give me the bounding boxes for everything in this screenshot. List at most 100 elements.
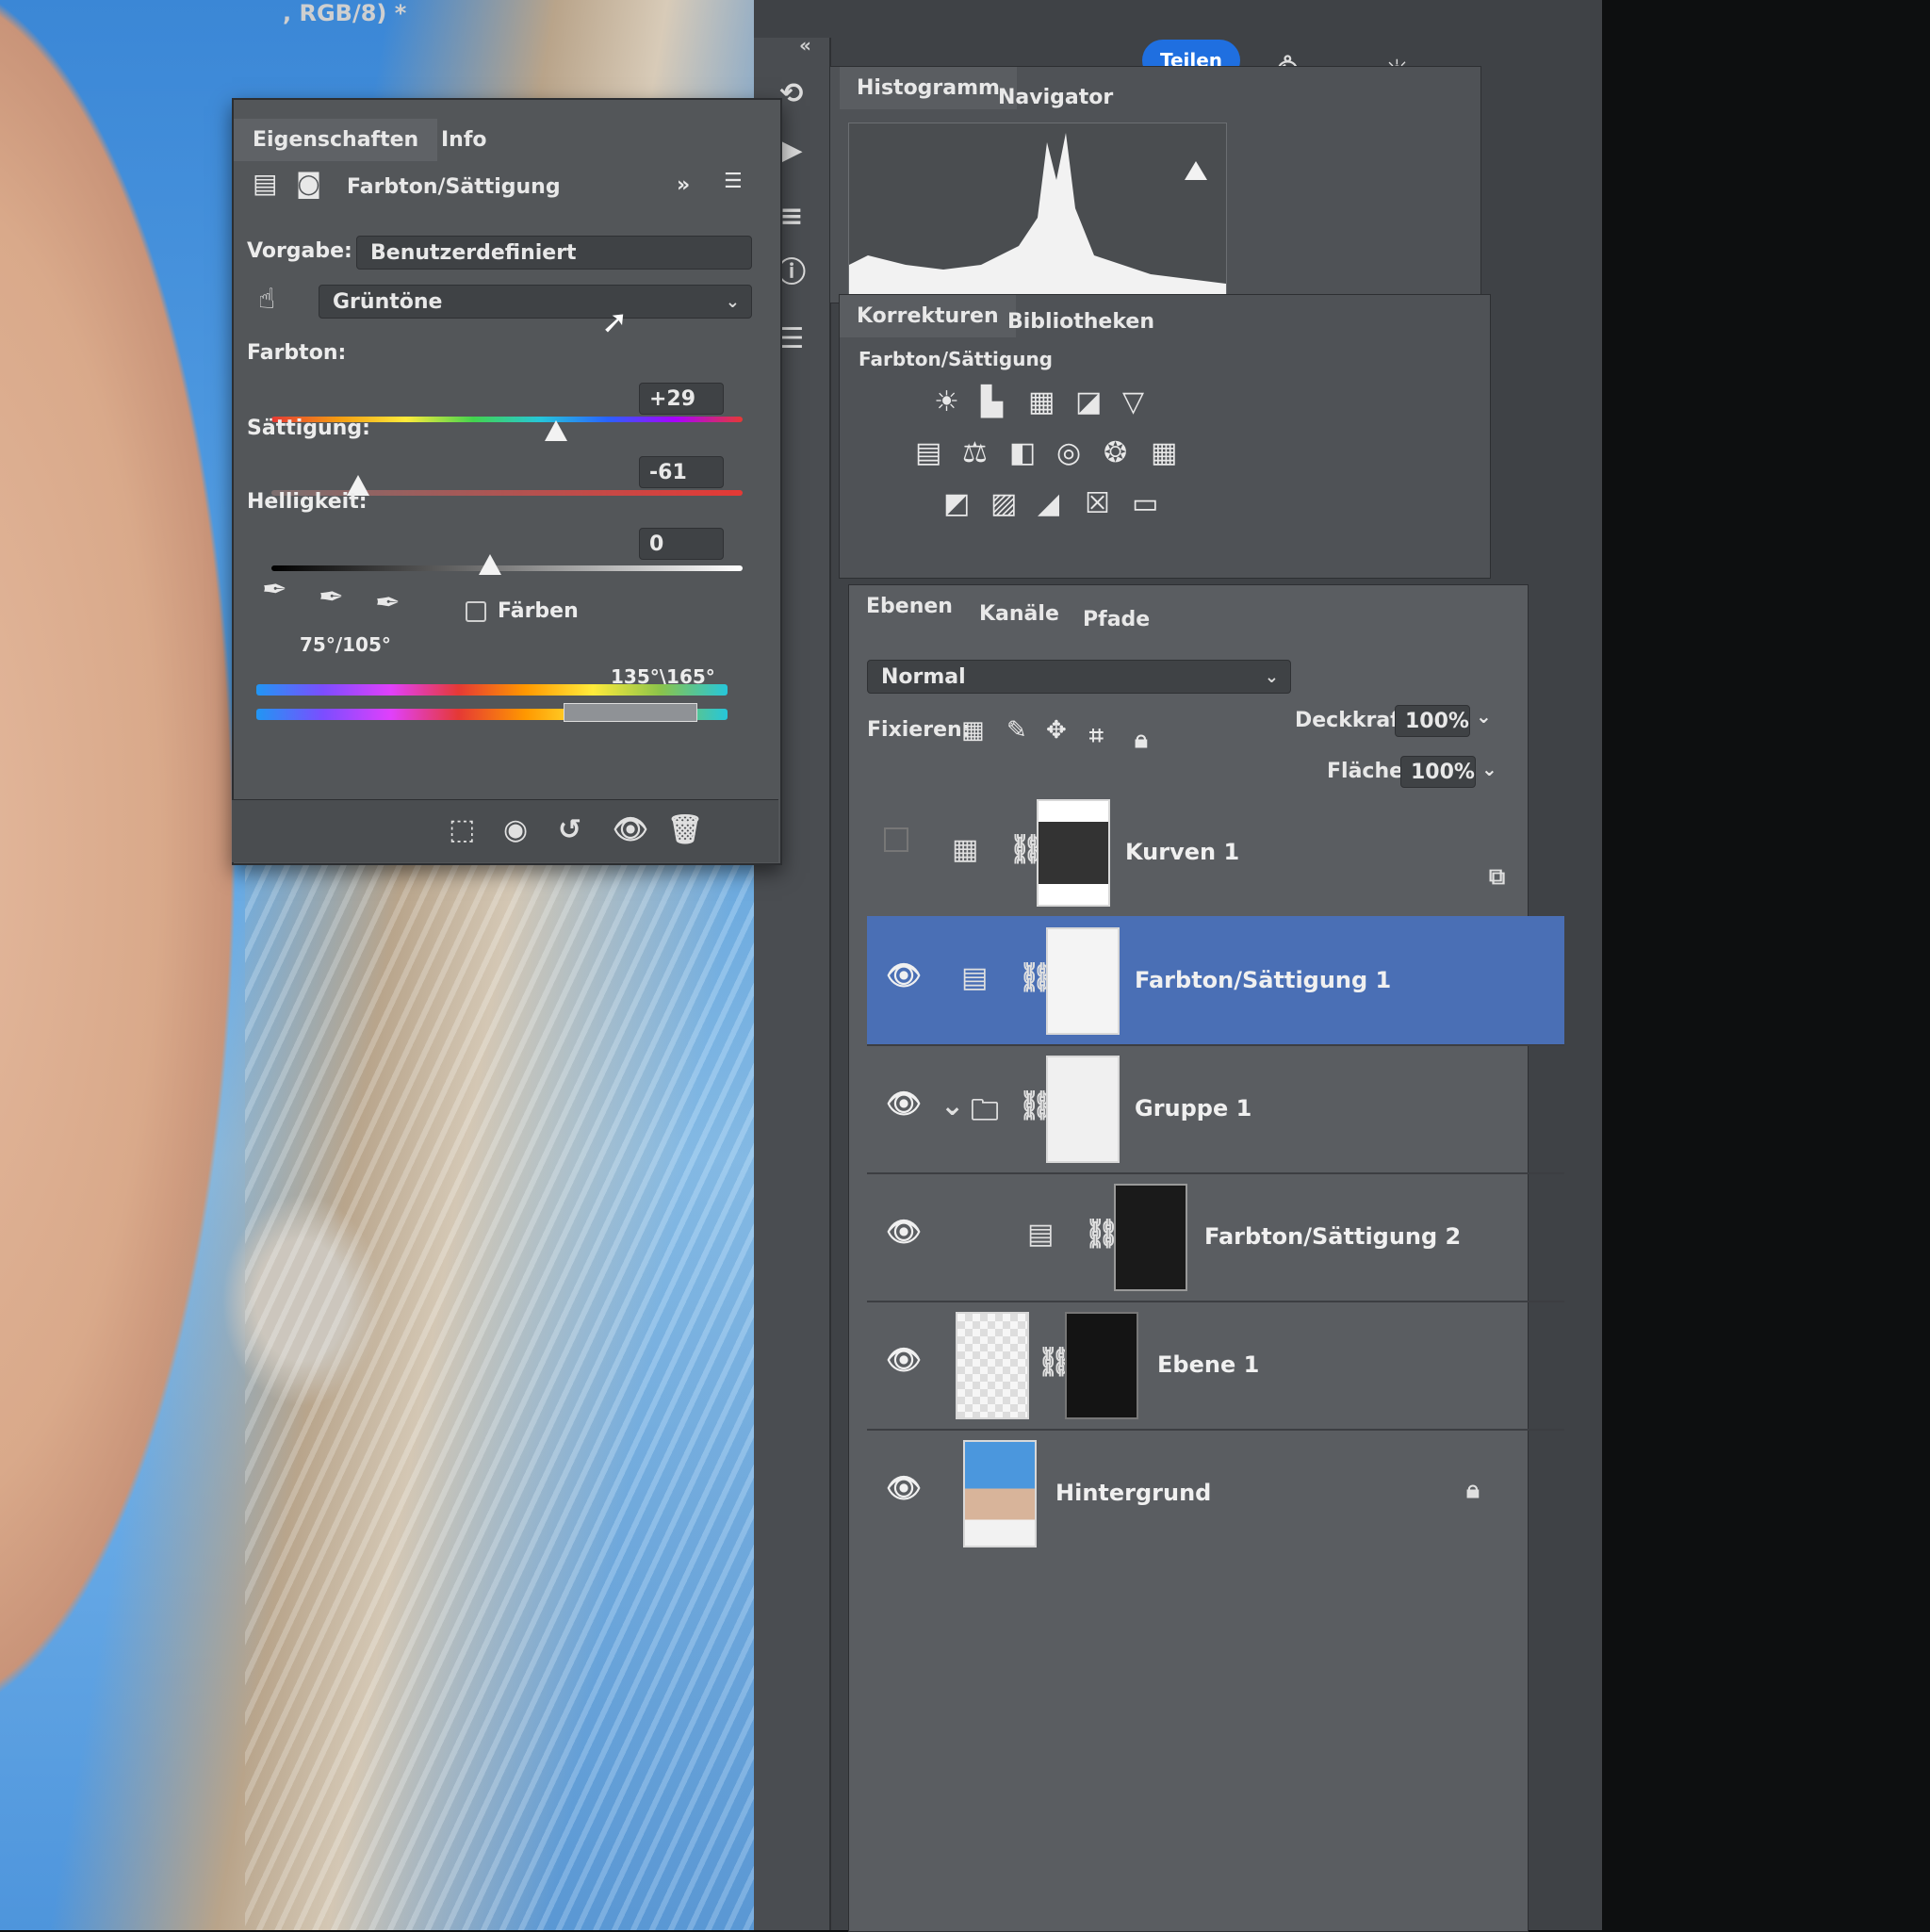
tab-corrections[interactable]: Korrekturen xyxy=(840,295,1016,337)
exposure-icon[interactable]: ◪ xyxy=(1075,385,1102,418)
black-white-icon[interactable]: ◧ xyxy=(1009,436,1036,469)
blend-mode-value: Normal xyxy=(881,665,966,689)
photo-filter-icon[interactable]: ◎ xyxy=(1056,436,1081,469)
lightness-value-field[interactable]: 0 xyxy=(639,528,724,560)
expand-chevron-icon[interactable]: ⌄ xyxy=(940,1089,964,1122)
tab-libraries[interactable]: Bibliotheken xyxy=(990,301,1171,343)
brightness-icon[interactable]: ☀ xyxy=(934,385,959,418)
mouse-cursor-icon: ➚ xyxy=(601,303,629,341)
layer-name[interactable]: Farbton/Sättigung 2 xyxy=(1204,1223,1461,1250)
posterize-icon[interactable]: ▨ xyxy=(990,487,1017,520)
visibility-eye-icon[interactable]: 👁︎ xyxy=(613,813,648,846)
hue-sat-icon[interactable]: ▤ xyxy=(915,436,941,469)
saturation-label: Sättigung: xyxy=(247,417,370,440)
fill-chevron-icon[interactable]: ⌄ xyxy=(1481,758,1497,780)
lightness-label: Helligkeit: xyxy=(247,490,368,514)
lock-artboard-icon[interactable]: ⌗ xyxy=(1089,722,1104,751)
hue-sat-layer-icon: ▤ xyxy=(961,961,989,994)
view-previous-icon[interactable]: ◉ xyxy=(503,813,528,846)
threshold-icon[interactable]: ◢ xyxy=(1038,487,1059,520)
properties-panel: Eigenschaften Info » ☰ ▤ ◙ Farbton/Sätti… xyxy=(232,98,782,865)
eye-icon[interactable]: 👁︎ xyxy=(886,1216,922,1249)
reset-icon[interactable]: ↺ xyxy=(558,813,581,846)
tab-navigator[interactable]: Navigator xyxy=(981,76,1130,119)
tab-info[interactable]: Info xyxy=(422,119,506,161)
hue-sat-adjustment-icon: ▤ xyxy=(253,168,278,199)
chevron-down-icon: ⌄ xyxy=(725,292,740,312)
layer-row[interactable]: 👁︎ ▤ ⛓ Farbton/Sättigung 2 xyxy=(867,1172,1564,1302)
layer-name[interactable]: Gruppe 1 xyxy=(1135,1095,1251,1122)
properties-footer: ⬚ ◉ ↺ 👁︎ 🗑︎ xyxy=(232,799,778,862)
layer-name[interactable]: Kurven 1 xyxy=(1125,839,1239,865)
trash-icon[interactable]: 🗑︎ xyxy=(667,813,703,846)
layer-row[interactable]: ▦ ⛓ Kurven 1 ⧉ xyxy=(867,788,1564,918)
eyedropper-icon[interactable]: ✒ xyxy=(262,571,287,607)
tab-channels[interactable]: Kanäle xyxy=(962,593,1076,635)
opacity-chevron-icon[interactable]: ⌄ xyxy=(1476,705,1492,728)
color-balance-icon[interactable]: ⚖ xyxy=(962,436,988,469)
layer-name[interactable]: Hintergrund xyxy=(1055,1480,1211,1506)
tab-layers[interactable]: Ebenen xyxy=(849,585,970,628)
document-title: , RGB/8) * xyxy=(283,0,407,26)
eye-icon[interactable]: 👁︎ xyxy=(886,1344,922,1377)
preset-select[interactable]: Benutzerdefiniert xyxy=(356,236,752,270)
saturation-value-field[interactable]: -61 xyxy=(639,456,724,488)
collapse-chevron-icon[interactable]: « xyxy=(799,34,811,57)
channel-mixer-icon[interactable]: ❂ xyxy=(1104,436,1127,469)
clip-to-layer-icon[interactable]: ⬚ xyxy=(449,813,475,846)
lock-all-icon[interactable]: 🔒︎ xyxy=(1135,726,1148,755)
invert-icon[interactable]: ◩ xyxy=(943,487,970,520)
levels-icon[interactable]: ▙ xyxy=(981,385,1003,418)
tab-properties[interactable]: Eigenschaften xyxy=(234,119,438,161)
eye-icon[interactable]: 👁︎ xyxy=(886,959,922,992)
panel-menu-icon[interactable]: ☰ xyxy=(724,170,743,193)
layer-thumbnail xyxy=(956,1312,1029,1419)
hair-texture xyxy=(245,829,773,1930)
lightness-slider-thumb[interactable] xyxy=(479,554,501,575)
eyedropper-minus-icon[interactable]: ✒ xyxy=(375,584,401,620)
properties-heading: Farbton/Sättigung xyxy=(347,175,561,199)
layer-mask-thumbnail xyxy=(1114,1184,1187,1291)
layer-name[interactable]: Ebene 1 xyxy=(1157,1351,1259,1378)
fill-label: Fläche: xyxy=(1327,760,1412,783)
colorize-checkbox[interactable] xyxy=(466,601,486,622)
layer-row[interactable]: 👁︎ Hintergrund 🔒︎ xyxy=(867,1429,1564,1557)
preset-value: Benutzerdefiniert xyxy=(370,241,577,265)
colorize-label: Färben xyxy=(498,599,579,623)
layer-name[interactable]: Farbton/Sättigung 1 xyxy=(1135,967,1391,993)
curves-icon[interactable]: ▦ xyxy=(1028,385,1055,418)
eyedropper-plus-icon[interactable]: ✒ xyxy=(319,579,344,614)
lightness-slider[interactable] xyxy=(271,565,743,571)
hue-value-field[interactable]: +29 xyxy=(639,383,724,415)
blend-mode-select[interactable]: Normal ⌄ xyxy=(867,660,1291,694)
fill-field[interactable]: 100% xyxy=(1400,756,1476,788)
color-lookup-icon[interactable]: ▦ xyxy=(1151,436,1177,469)
opacity-field[interactable]: 100% xyxy=(1395,705,1470,737)
targeted-adjust-hand-icon[interactable]: ☝ xyxy=(258,283,275,316)
mask-icon[interactable]: ◙ xyxy=(296,168,321,199)
curves-layer-icon: ▦ xyxy=(952,833,979,866)
eye-icon[interactable]: 👁︎ xyxy=(886,1088,922,1121)
visibility-off-box[interactable] xyxy=(884,827,908,852)
hue-label: Farbton: xyxy=(247,341,347,365)
channel-select[interactable]: Grüntöne ⌄ xyxy=(319,285,752,319)
hue-slider-thumb[interactable] xyxy=(545,420,567,441)
lock-move-icon[interactable]: ✥ xyxy=(1046,716,1067,745)
lock-transparency-icon[interactable]: ▦ xyxy=(961,716,985,745)
gradient-map-icon[interactable]: ▭ xyxy=(1132,487,1158,520)
color-range-selector[interactable] xyxy=(564,703,697,722)
lock-paint-icon[interactable]: ✎ xyxy=(1006,716,1027,745)
selective-color-icon[interactable]: ☒ xyxy=(1085,487,1110,520)
tab-paths[interactable]: Pfade xyxy=(1066,598,1167,641)
layer-mask-thumbnail xyxy=(1037,799,1110,907)
vibrance-icon[interactable]: ▽ xyxy=(1122,385,1144,418)
range-left-readout: 75°/105° xyxy=(300,633,391,656)
histogram-graph xyxy=(848,123,1227,313)
color-range-bar-top xyxy=(256,684,728,696)
layer-row-selected[interactable]: 👁︎ ▤ ⛓ Farbton/Sättigung 1 xyxy=(867,916,1564,1046)
expand-icon[interactable]: » xyxy=(677,173,690,197)
eye-icon[interactable]: 👁︎ xyxy=(886,1472,922,1505)
layer-thumbnail xyxy=(963,1440,1037,1547)
layer-row[interactable]: 👁︎ ⌄ 🗀 ⛓ Gruppe 1 xyxy=(867,1044,1564,1174)
layer-row[interactable]: 👁︎ ⛓ Ebene 1 xyxy=(867,1301,1564,1431)
